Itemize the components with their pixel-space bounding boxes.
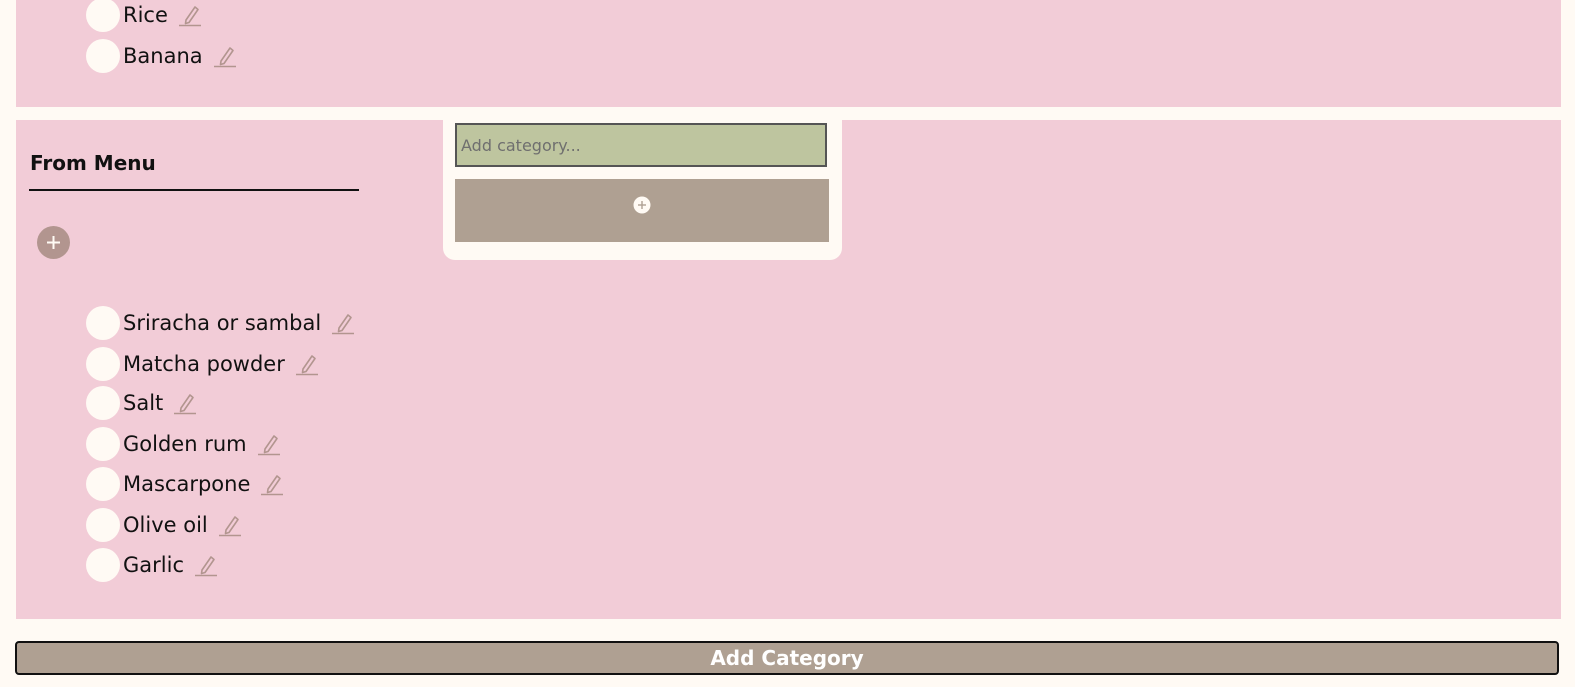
- item-checkbox[interactable]: [86, 548, 120, 582]
- item-checkbox[interactable]: [86, 39, 120, 73]
- list-item: Banana: [86, 39, 237, 73]
- confirm-category-button[interactable]: [455, 179, 829, 242]
- item-checkbox[interactable]: [86, 427, 120, 461]
- item-label: Olive oil: [123, 513, 208, 537]
- list-item: Rice: [86, 0, 202, 32]
- list-item: Mascarpone: [86, 467, 284, 501]
- pencil-icon[interactable]: [256, 432, 281, 456]
- list-item: Sriracha or sambal: [86, 306, 355, 340]
- pencil-icon[interactable]: [259, 472, 284, 496]
- plus-icon: [633, 196, 651, 214]
- item-checkbox[interactable]: [86, 386, 120, 420]
- pencil-icon[interactable]: [177, 3, 202, 27]
- pencil-icon[interactable]: [217, 513, 242, 537]
- item-label: Mascarpone: [123, 472, 251, 496]
- list-item: Garlic: [86, 548, 218, 582]
- add-item-button[interactable]: [37, 226, 70, 259]
- pencil-icon[interactable]: [172, 391, 197, 415]
- section-title: From Menu: [30, 151, 156, 175]
- category-input[interactable]: [455, 123, 827, 167]
- item-label: Salt: [123, 391, 164, 415]
- item-label: Matcha powder: [123, 352, 285, 376]
- add-category-button[interactable]: Add Category: [15, 641, 1559, 675]
- list-item: Golden rum: [86, 427, 281, 461]
- section-divider: [29, 189, 359, 191]
- plus-icon: [47, 236, 60, 249]
- add-category-popover: [443, 115, 842, 260]
- item-checkbox[interactable]: [86, 467, 120, 501]
- item-label: Sriracha or sambal: [123, 311, 322, 335]
- list-item: Matcha powder: [86, 347, 319, 381]
- item-checkbox[interactable]: [86, 0, 120, 32]
- add-category-label: Add Category: [710, 646, 864, 670]
- item-label: Golden rum: [123, 432, 247, 456]
- list-item: Salt: [86, 386, 197, 420]
- pencil-icon[interactable]: [193, 553, 218, 577]
- item-checkbox[interactable]: [86, 347, 120, 381]
- pencil-icon[interactable]: [294, 352, 319, 376]
- list-item: Olive oil: [86, 508, 242, 542]
- pencil-icon[interactable]: [330, 311, 355, 335]
- item-label: Rice: [123, 3, 168, 27]
- item-checkbox[interactable]: [86, 306, 120, 340]
- item-label: Garlic: [123, 553, 184, 577]
- item-checkbox[interactable]: [86, 508, 120, 542]
- pencil-icon[interactable]: [212, 44, 237, 68]
- item-label: Banana: [123, 44, 203, 68]
- ingredients-panel-top: [16, 0, 1561, 107]
